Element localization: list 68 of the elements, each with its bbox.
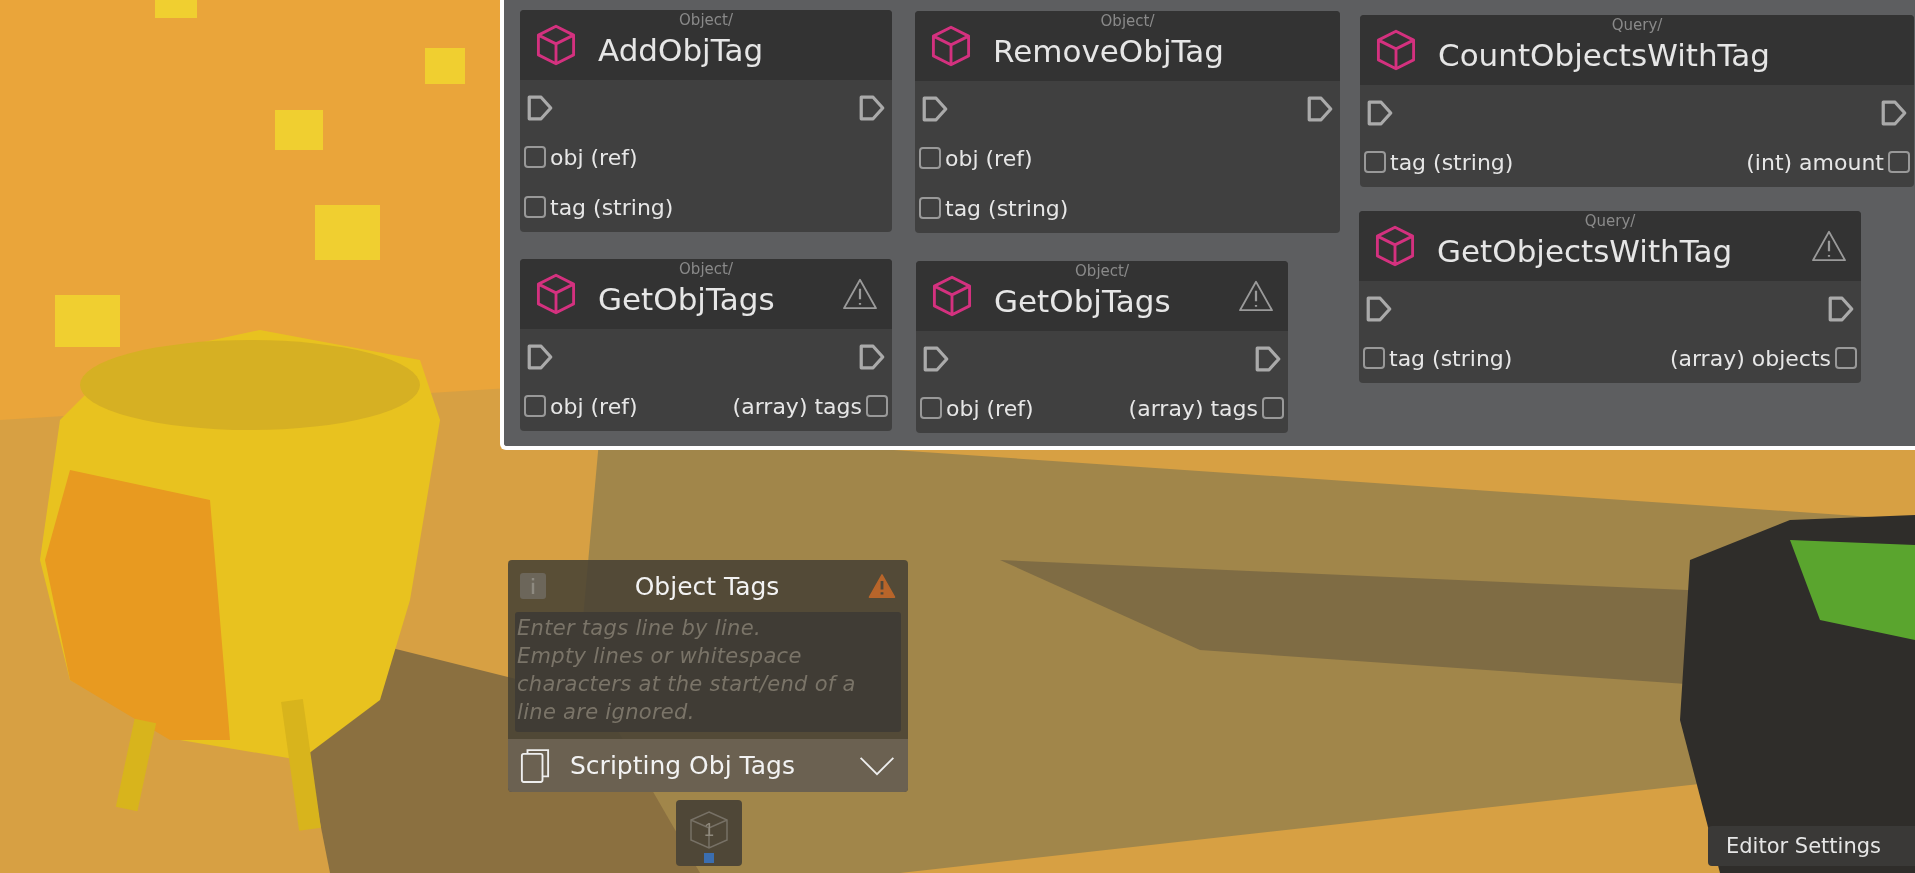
input-port[interactable] — [524, 395, 546, 417]
node-title: RemoveObjTag — [993, 32, 1225, 69]
script-node[interactable]: Object/ RemoveObjTag obj (ref) tag (string) — [915, 11, 1340, 233]
copy-icon — [520, 747, 550, 784]
input-port[interactable] — [524, 146, 546, 168]
node-title: CountObjectsWithTag — [1438, 36, 1772, 73]
cube-icon — [930, 274, 974, 318]
exec-out-port-icon[interactable] — [858, 343, 886, 371]
cube-icon — [1373, 224, 1417, 268]
port-label: obj (ref) — [945, 145, 1033, 171]
port-label: (array) tags — [732, 393, 862, 419]
script-node[interactable]: Object/ AddObjTag obj (ref) tag (string) — [520, 10, 892, 232]
output-port[interactable] — [1262, 397, 1284, 419]
chevron-down-icon — [858, 755, 896, 776]
exec-in-port-icon[interactable] — [1365, 295, 1393, 323]
port-label: tag (string) — [1389, 345, 1513, 371]
exec-out-port-icon[interactable] — [1254, 345, 1282, 373]
port-label: obj (ref) — [550, 144, 638, 170]
input-port[interactable] — [919, 197, 941, 219]
exec-out-port-icon[interactable] — [1827, 295, 1855, 323]
node-category: Query/ — [1610, 16, 1664, 34]
exec-out-port-icon[interactable] — [1880, 99, 1908, 127]
node-title: GetObjTags — [598, 280, 776, 317]
exec-in-port-icon[interactable] — [922, 345, 950, 373]
exec-in-port-icon[interactable] — [921, 95, 949, 123]
script-node[interactable]: Object/ GetObjTags obj (ref) (array) tags — [520, 259, 892, 431]
input-port[interactable] — [919, 147, 941, 169]
exec-in-port-icon[interactable] — [526, 343, 554, 371]
node-category: Query/ — [1583, 212, 1637, 230]
cube-icon — [534, 23, 578, 67]
node-title: GetObjTags — [994, 282, 1172, 319]
indicator-square — [704, 853, 714, 863]
panel-title: Object Tags — [634, 571, 780, 601]
port-label: (int) amount — [1746, 149, 1884, 175]
port-label: (array) objects — [1669, 345, 1831, 371]
cube-icon — [534, 272, 578, 316]
cube-icon — [687, 808, 731, 852]
output-port[interactable] — [1835, 347, 1857, 369]
output-port[interactable] — [866, 395, 888, 417]
cube-icon — [1374, 28, 1418, 72]
script-node[interactable]: Query/ GetObjectsWithTag tag (string) (array) objects — [1359, 211, 1861, 383]
exec-out-port-icon[interactable] — [1306, 95, 1334, 123]
node-title: AddObjTag — [598, 31, 765, 68]
node-category: Object/ — [678, 260, 734, 278]
tags-input-field[interactable]: Enter tags line by line. Empty lines or whitespace characters at the start/end of a line are ignored. — [515, 612, 901, 732]
node-title: GetObjectsWithTag — [1437, 232, 1734, 269]
node-category: Object/ — [1074, 262, 1130, 280]
cube-icon — [929, 24, 973, 68]
node-category: Object/ — [1099, 12, 1156, 30]
input-port[interactable] — [1364, 151, 1386, 173]
port-label: tag (string) — [1390, 149, 1514, 175]
exec-in-port-icon[interactable] — [526, 94, 554, 122]
input-port[interactable] — [920, 397, 942, 419]
exec-in-port-icon[interactable] — [1366, 99, 1394, 127]
port-label: obj (ref) — [946, 395, 1034, 421]
script-node[interactable]: Object/ GetObjTags obj (ref) (array) tags — [916, 261, 1288, 433]
editor-settings-button[interactable]: Editor Settings — [1708, 826, 1915, 866]
port-label: tag (string) — [945, 195, 1069, 221]
output-port[interactable] — [1888, 151, 1910, 173]
node-category: Object/ — [678, 11, 734, 29]
input-port[interactable] — [1363, 347, 1385, 369]
port-label: (array) tags — [1128, 395, 1258, 421]
script-node[interactable]: Query/ CountObjectsWithTag tag (string) (int) amount — [1360, 15, 1914, 187]
port-label: tag (string) — [550, 194, 674, 220]
tag-set-dropdown[interactable]: Scripting Obj Tags — [508, 739, 908, 792]
input-port[interactable] — [524, 196, 546, 218]
port-label: obj (ref) — [550, 393, 638, 419]
exec-out-port-icon[interactable] — [858, 94, 886, 122]
